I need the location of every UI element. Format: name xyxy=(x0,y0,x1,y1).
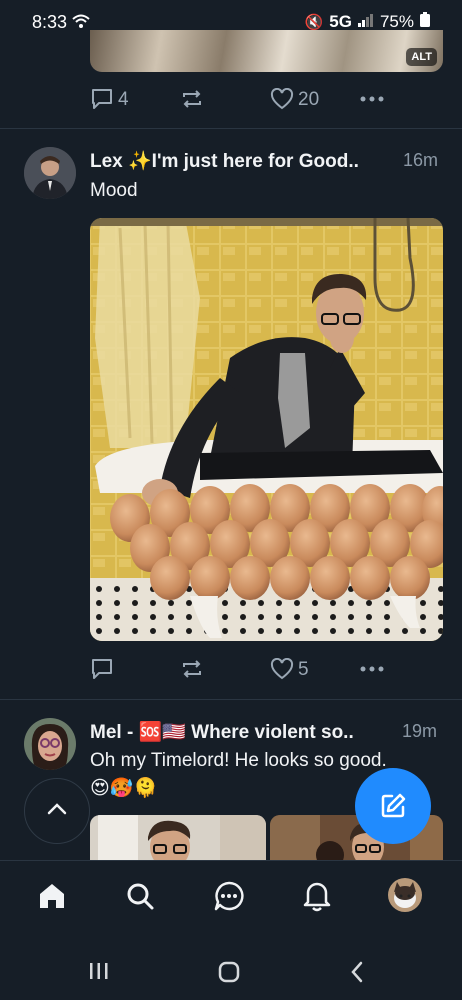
signal-icon xyxy=(357,12,374,32)
compose-button[interactable] xyxy=(355,768,431,844)
bottom-nav xyxy=(0,860,462,939)
post-divider xyxy=(0,128,462,129)
compose-icon xyxy=(379,792,407,820)
network-label: 5G xyxy=(329,12,352,31)
mute-icon: 🔇 xyxy=(304,14,324,31)
bell-icon[interactable] xyxy=(302,880,332,912)
profile-avatar[interactable] xyxy=(388,878,422,912)
post-text: Oh my Timelord! He looks so good. 😍🥵🫠 xyxy=(90,750,387,799)
post-text: Mood xyxy=(90,180,138,201)
previous-post-image[interactable]: ALT xyxy=(90,30,443,72)
home-system-icon[interactable] xyxy=(218,961,240,983)
back-icon[interactable] xyxy=(350,961,364,983)
post-author[interactable]: Lex ✨I'm just here for Good.. xyxy=(90,149,359,173)
chevron-up-icon xyxy=(45,801,69,817)
avatar[interactable] xyxy=(24,718,76,770)
battery-icon xyxy=(420,12,430,32)
scroll-top-button[interactable] xyxy=(24,778,90,844)
repost-icon[interactable] xyxy=(180,89,204,109)
reply-count: 4 xyxy=(118,89,129,110)
post-image[interactable] xyxy=(90,218,443,641)
more-icon[interactable] xyxy=(360,666,384,672)
post-time: 19m xyxy=(402,721,438,741)
home-icon[interactable] xyxy=(37,881,67,911)
heart-icon[interactable] xyxy=(270,88,294,110)
alt-badge-label: ALT xyxy=(411,51,432,63)
avatar[interactable] xyxy=(24,147,76,199)
chat-icon[interactable] xyxy=(213,880,245,912)
battery-label: 75% xyxy=(379,12,414,31)
status-time: 8:33 xyxy=(32,12,68,32)
reply-icon[interactable] xyxy=(90,658,114,680)
like-count: 20 xyxy=(298,89,320,110)
wifi-icon xyxy=(72,13,90,29)
repost-icon[interactable] xyxy=(180,659,204,679)
post-time: 16m xyxy=(403,150,439,170)
search-icon[interactable] xyxy=(125,881,155,911)
system-nav-bar xyxy=(0,938,462,1000)
like-count: 5 xyxy=(298,659,309,680)
recent-apps-icon[interactable] xyxy=(89,962,109,980)
post-divider xyxy=(0,699,462,700)
alt-badge[interactable]: ALT xyxy=(406,48,437,66)
reply-icon[interactable] xyxy=(90,88,114,110)
more-icon[interactable] xyxy=(360,96,384,102)
post-image[interactable] xyxy=(90,815,266,860)
post-author[interactable]: Mel - 🆘🇺🇸 Where violent so.. xyxy=(90,720,354,744)
heart-icon[interactable] xyxy=(270,658,294,680)
